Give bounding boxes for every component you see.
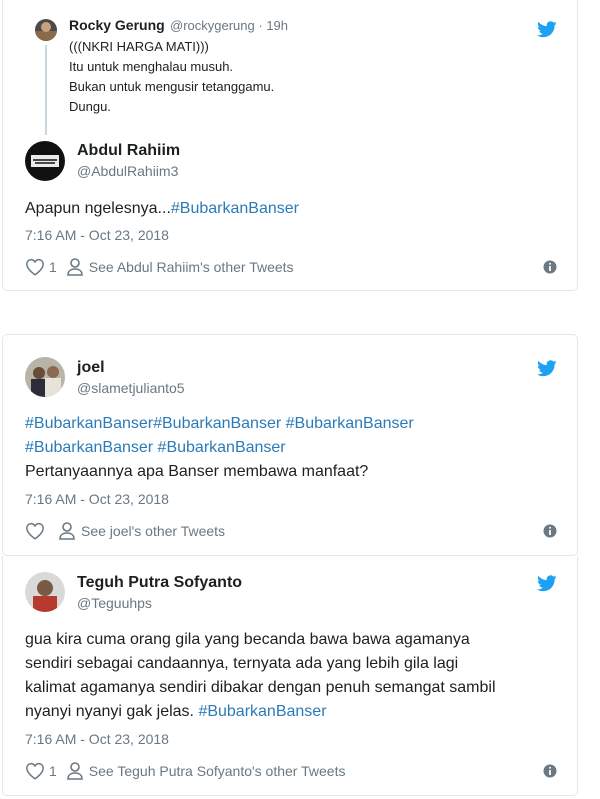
- see-other-tweets-link[interactable]: See Teguh Putra Sofyanto's other Tweets: [89, 763, 346, 779]
- tweet-text: #BubarkanBanser#BubarkanBanser #Bubarkan…: [25, 412, 414, 484]
- quoted-author-name[interactable]: Rocky Gerung: [69, 17, 165, 33]
- author-name[interactable]: Teguh Putra Sofyanto: [77, 574, 242, 592]
- quoted-line: (((NKRI HARGA MATI))): [69, 39, 209, 54]
- author-handle[interactable]: @slametjulianto5: [77, 380, 185, 396]
- hashtag-link[interactable]: #BubarkanBanser: [158, 439, 286, 456]
- tweet-actions: 1 See Teguh Putra Sofyanto's other Tweet…: [25, 761, 345, 781]
- tweet-text-plain: nyanyi nyanyi gak jelas.: [25, 703, 199, 720]
- tweet-text-plain: Apapun ngelesnya...: [25, 200, 171, 217]
- person-icon: [66, 762, 83, 780]
- tweet-actions: 1 See Abdul Rahiim's other Tweets: [25, 257, 294, 277]
- info-icon[interactable]: [543, 260, 557, 274]
- quoted-line: Bukan untuk mengusir tetanggamu.: [69, 79, 275, 94]
- quoted-handle-text[interactable]: @rockygerung: [170, 18, 255, 33]
- tweet-card: joel @slametjulianto5 #BubarkanBanser#Bu…: [2, 334, 578, 556]
- tweet-line: Pertanyaannya apa Banser membawa manfaat…: [25, 463, 369, 480]
- tweet-card: Teguh Putra Sofyanto @Teguuhps gua kira …: [2, 556, 578, 796]
- heart-icon[interactable]: [25, 762, 45, 780]
- info-icon[interactable]: [543, 524, 557, 538]
- quoted-author-handle: @rockygerung · 19h: [170, 18, 288, 33]
- twitter-bird-icon[interactable]: [537, 21, 557, 38]
- quoted-line: Dungu.: [69, 99, 111, 114]
- twitter-bird-icon[interactable]: [537, 360, 557, 377]
- author-name[interactable]: Abdul Rahiim: [77, 142, 180, 160]
- tweet-line: #BubarkanBanser #BubarkanBanser: [25, 436, 414, 460]
- author-handle[interactable]: @AbdulRahiim3: [77, 163, 178, 179]
- like-count: 1: [49, 763, 57, 779]
- like-count: 1: [49, 259, 57, 275]
- avatar[interactable]: [25, 572, 65, 612]
- author-name[interactable]: joel: [77, 359, 105, 377]
- avatar[interactable]: [25, 357, 65, 397]
- avatar[interactable]: [35, 19, 57, 41]
- twitter-bird-icon[interactable]: [537, 575, 557, 592]
- tweet-line: sendiri sebagai candaannya, ternyata ada…: [25, 655, 459, 672]
- hashtag-link[interactable]: #BubarkanBanser: [25, 415, 153, 432]
- person-icon: [59, 522, 75, 540]
- hashtag-link[interactable]: #BubarkanBanser: [25, 439, 153, 456]
- tweet-line: nyanyi nyanyi gak jelas. #BubarkanBanser: [25, 700, 496, 724]
- tweet-text: gua kira cuma orang gila yang becanda ba…: [25, 628, 496, 724]
- timestamp[interactable]: 7:16 AM - Oct 23, 2018: [25, 491, 169, 507]
- heart-icon[interactable]: [25, 258, 45, 276]
- tweet-line: #BubarkanBanser#BubarkanBanser #Bubarkan…: [25, 412, 414, 436]
- author-handle[interactable]: @Teguuhps: [77, 595, 152, 611]
- hashtag-link[interactable]: #BubarkanBanser: [153, 415, 281, 432]
- quoted-text: (((NKRI HARGA MATI))) Itu untuk menghala…: [69, 37, 274, 117]
- hashtag-link[interactable]: #BubarkanBanser: [171, 200, 299, 217]
- hashtag-link[interactable]: #BubarkanBanser: [286, 415, 414, 432]
- tweet-line: gua kira cuma orang gila yang becanda ba…: [25, 631, 470, 648]
- quoted-line: Itu untuk menghalau musuh.: [69, 59, 234, 74]
- hashtag-link[interactable]: #BubarkanBanser: [198, 703, 326, 720]
- avatar[interactable]: [25, 141, 65, 181]
- tweet-line: kalimat agamanya sendiri dibakar dengan …: [25, 679, 496, 696]
- see-other-tweets-link[interactable]: See joel's other Tweets: [81, 523, 225, 539]
- see-other-tweets-link[interactable]: See Abdul Rahiim's other Tweets: [89, 259, 294, 275]
- person-icon: [66, 258, 83, 276]
- heart-icon[interactable]: [25, 522, 45, 540]
- timestamp[interactable]: 7:16 AM - Oct 23, 2018: [25, 227, 169, 243]
- timestamp[interactable]: 7:16 AM - Oct 23, 2018: [25, 731, 169, 747]
- info-icon[interactable]: [543, 764, 557, 778]
- tweet-card: Rocky Gerung @rockygerung · 19h (((NKRI …: [2, 0, 578, 291]
- quoted-time[interactable]: · 19h: [258, 18, 288, 33]
- tweet-text: Apapun ngelesnya...#BubarkanBanser: [25, 197, 299, 221]
- tweet-actions: See joel's other Tweets: [25, 521, 225, 541]
- thread-line: [45, 45, 47, 135]
